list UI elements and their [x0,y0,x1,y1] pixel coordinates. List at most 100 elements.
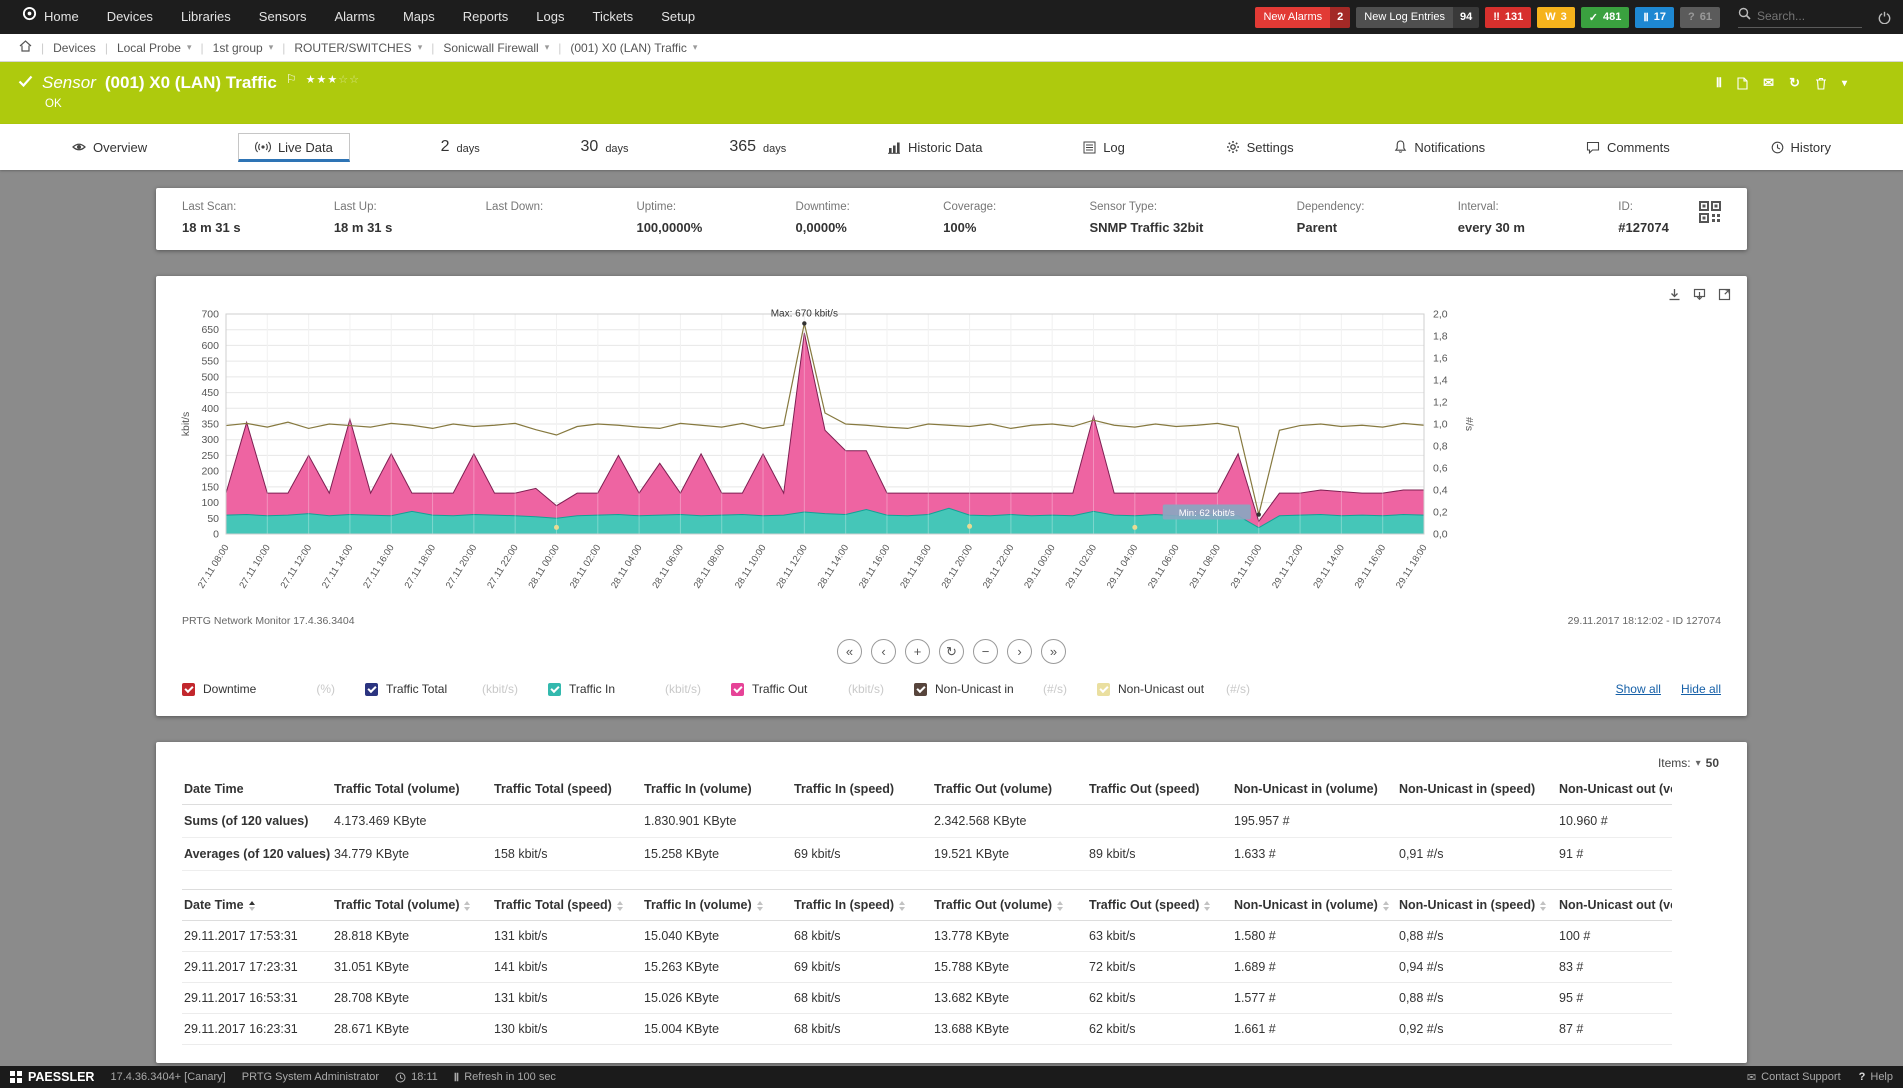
last-button[interactable]: » [1041,639,1066,664]
tab-30-days[interactable]: 30days [571,130,639,164]
priority-star[interactable]: ☆ [349,74,360,86]
channel-checkbox[interactable] [182,683,195,696]
tab-historic-data[interactable]: Historic Data [877,132,992,163]
channel-checkbox[interactable] [914,683,927,696]
channel-checkbox[interactable] [548,683,561,696]
sortable-column-header-non-unicast-in-speed[interactable]: Non-Unicast in (speed) [1397,890,1557,921]
table-cell: 62 kbit/s [1087,983,1232,1014]
priority-star[interactable]: ★ [327,74,338,86]
qr-code-icon[interactable] [1699,201,1721,228]
tab-log[interactable]: Log [1073,132,1135,163]
tab-notifications[interactable]: Notifications [1384,132,1495,163]
sortable-column-header-traffic-in-volume[interactable]: Traffic In (volume) [642,890,792,921]
sortable-column-header-non-unicast-in-volume[interactable]: Non-Unicast in (volume) [1232,890,1397,921]
sortable-column-header-traffic-out-speed[interactable]: Traffic Out (speed) [1087,890,1232,921]
nav-item-tickets[interactable]: Tickets [578,0,647,34]
priority-star[interactable]: ☆ [338,74,349,86]
tab-overview[interactable]: Overview [62,132,157,163]
status-chip-ok[interactable]: ✓481 [1581,7,1630,28]
tab-2-days[interactable]: 2days [431,130,490,164]
zoom-out-button[interactable]: − [973,639,998,664]
priority-star[interactable]: ★ [306,74,317,86]
nav-item-libraries[interactable]: Libraries [167,0,245,34]
reset-button[interactable]: ↻ [939,639,964,664]
tab-label: Log [1103,140,1125,155]
nav-item-alarms[interactable]: Alarms [321,0,389,34]
table-cell: 100 # [1557,921,1672,952]
contact-support-link[interactable]: ✉ Contact Support [1747,1071,1841,1084]
pause-icon[interactable]: Ⅱ [1716,75,1722,91]
sortable-column-header-traffic-in-speed[interactable]: Traffic In (speed) [792,890,932,921]
nav-item-setup[interactable]: Setup [647,0,709,34]
breadcrumb-home[interactable] [10,40,41,55]
nav-item-reports[interactable]: Reports [449,0,523,34]
breadcrumb-item-devices[interactable]: Devices [44,41,105,55]
delete-icon[interactable] [1815,77,1827,90]
paessler-logo[interactable]: PAESSLER [10,1070,94,1084]
help-link[interactable]: ? Help [1859,1071,1893,1083]
prev-button[interactable]: ‹ [871,639,896,664]
tab-history[interactable]: History [1761,132,1841,163]
sortable-column-header-traffic-out-volume[interactable]: Traffic Out (volume) [932,890,1087,921]
live-data-chart[interactable]: 0501001502002503003504004505005506006507… [176,292,1476,610]
sortable-column-header-date-time[interactable]: Date Time [182,890,332,921]
new-alarms-chip[interactable]: New Alarms 2 [1255,7,1350,28]
nav-item-home[interactable]: Home [8,0,93,34]
show-all-link[interactable]: Show all [1616,682,1661,696]
priority-star[interactable]: ★ [316,74,327,86]
tab-settings[interactable]: Settings [1216,132,1304,163]
first-button[interactable]: « [837,639,862,664]
history-icon [1771,141,1784,154]
sortable-column-header-traffic-total-speed[interactable]: Traffic Total (speed) [492,890,642,921]
refresh-icon[interactable]: ↻ [1789,75,1800,91]
status-chip-errors[interactable]: ‼131 [1485,7,1531,28]
priority-stars[interactable]: ★★★☆☆ [306,73,360,86]
channel-checkbox[interactable] [365,683,378,696]
export-icon[interactable] [1737,77,1748,90]
tab-365-days[interactable]: 365days [719,130,796,164]
nav-item-maps[interactable]: Maps [389,0,449,34]
items-caret-icon: ▾ [1696,758,1701,769]
channel-checkbox[interactable] [1097,683,1110,696]
next-button[interactable]: › [1007,639,1032,664]
status-chip-warnings[interactable]: W3 [1537,7,1575,28]
breadcrumb-item-001-x0-lan-traffic[interactable]: (001) X0 (LAN) Traffic▾ [561,41,706,55]
breadcrumb-item-local-probe[interactable]: Local Probe▾ [108,41,201,55]
logout-icon[interactable] [1878,11,1891,24]
breadcrumb-item-sonicwall-firewall[interactable]: Sonicwall Firewall▾ [434,41,558,55]
column-header-date-time: Date Time [182,774,332,805]
flag-icon[interactable]: ⚐ [286,72,297,86]
tab-live-data[interactable]: Live Data [238,133,350,162]
nav-item-sensors[interactable]: Sensors [245,0,321,34]
new-alarms-count: 2 [1330,7,1350,28]
table-cell: 68 kbit/s [792,983,932,1014]
nav-item-logs[interactable]: Logs [522,0,578,34]
email-icon[interactable]: ✉ [1763,75,1774,91]
dropdown-icon[interactable]: ▾ [1842,78,1847,89]
export-graph-icon[interactable] [1693,288,1706,301]
sortable-column-header-traffic-total-volume[interactable]: Traffic Total (volume) [332,890,492,921]
download-graph-icon[interactable] [1668,288,1681,301]
items-per-page-select[interactable]: 50 [1706,756,1719,770]
fullscreen-icon[interactable] [1718,288,1731,301]
hide-all-link[interactable]: Hide all [1681,682,1721,696]
status-chip-unknown[interactable]: ?61 [1680,7,1720,28]
pause-refresh-icon[interactable]: Ⅱ [454,1071,459,1084]
status-chip-paused[interactable]: Ⅱ17 [1635,7,1674,28]
svg-text:500: 500 [201,371,219,383]
search-input[interactable] [1757,9,1862,23]
tab-label: days [763,143,786,155]
svg-text:27.11 14:00: 27.11 14:00 [320,543,356,591]
channel-checkbox[interactable] [731,683,744,696]
column-header-label: Traffic Out (volume) [934,898,1052,912]
tab-comments[interactable]: Comments [1576,132,1680,163]
breadcrumb-item-router-switches[interactable]: ROUTER/SWITCHES▾ [285,41,431,55]
new-log-entries-chip[interactable]: New Log Entries 94 [1356,7,1479,28]
main-content: Last Scan:18 m 31 sLast Up:18 m 31 sLast… [0,170,1903,1063]
refresh-countdown[interactable]: Ⅱ Refresh in 100 sec [454,1071,556,1084]
breadcrumb-item-1st-group[interactable]: 1st group▾ [204,41,283,55]
status-ok-check-icon [18,74,33,92]
nav-item-devices[interactable]: Devices [93,0,167,34]
sortable-column-header-non-unicast-out-volume[interactable]: Non-Unicast out (volume) [1557,890,1672,921]
zoom-in-button[interactable]: + [905,639,930,664]
